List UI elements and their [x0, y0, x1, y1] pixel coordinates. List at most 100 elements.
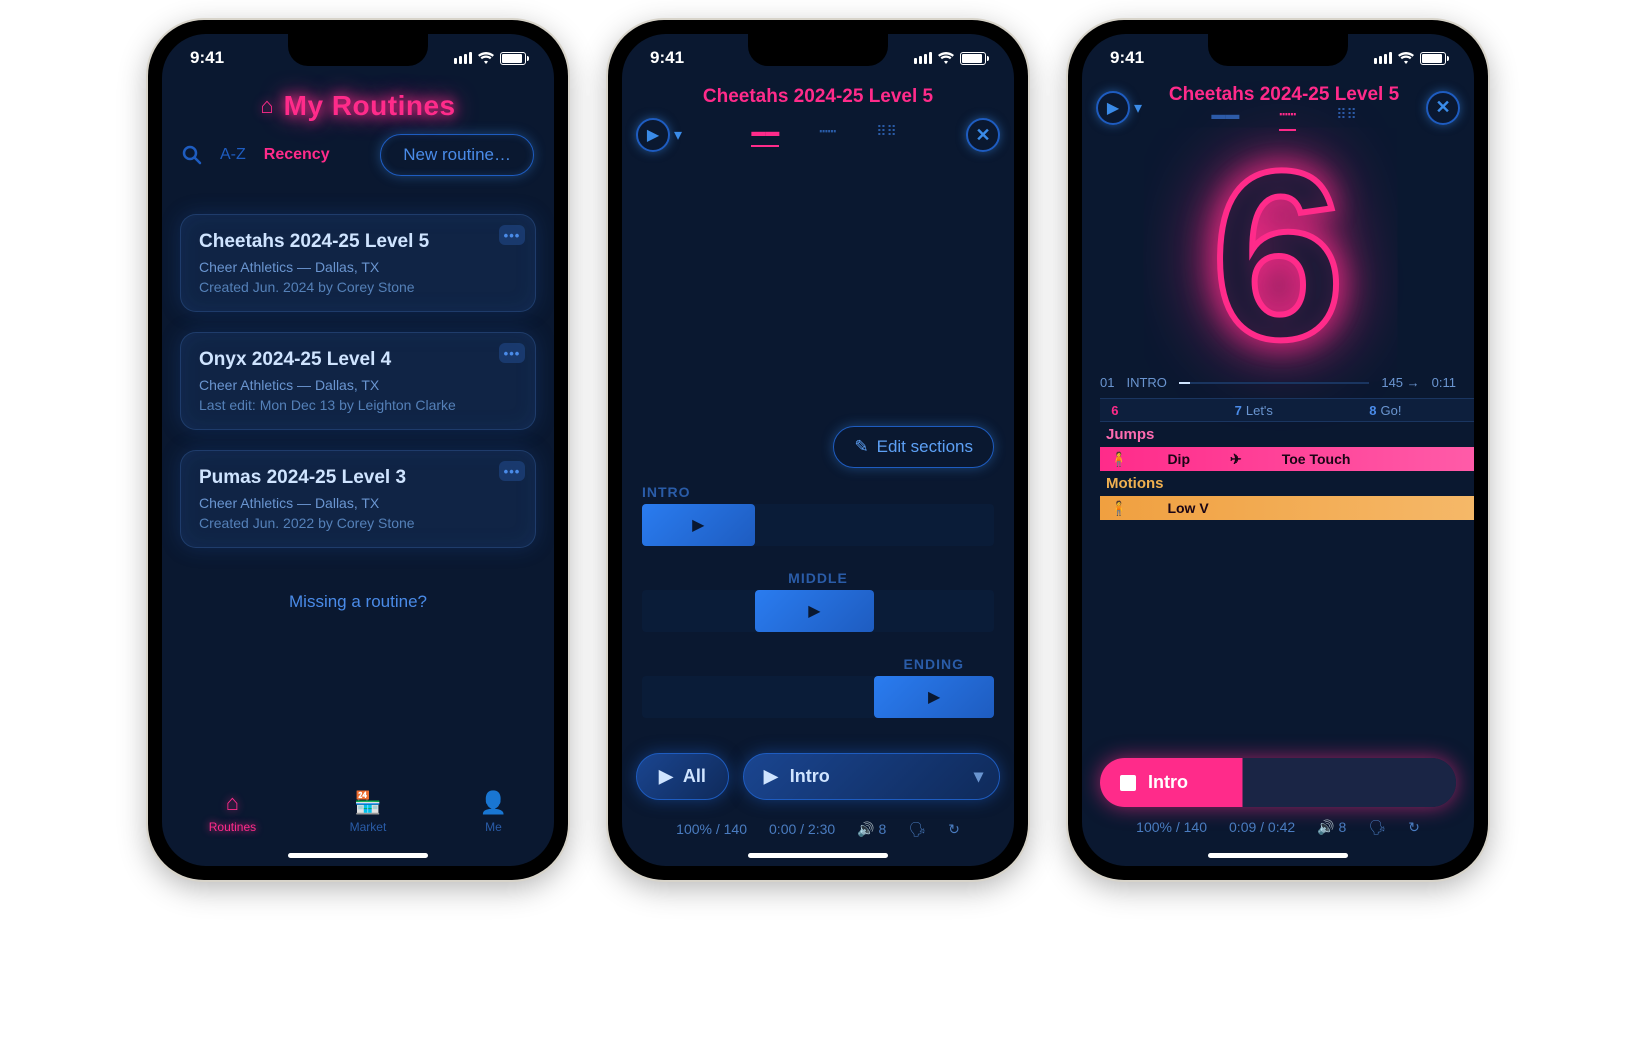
tools-row: A-Z Recency New routine…	[162, 134, 554, 190]
voice-icon[interactable]: 🗣	[1368, 819, 1386, 836]
page-title-row: ⌂ My Routines	[162, 82, 554, 134]
wifi-icon	[1398, 52, 1414, 64]
battery-icon	[500, 52, 526, 65]
section-play[interactable]: ▶	[755, 590, 875, 632]
notch	[748, 34, 888, 66]
chevron-down-icon: ▾	[1134, 98, 1142, 118]
routine-card[interactable]: ••• Pumas 2024-25 Level 3 Cheer Athletic…	[180, 450, 536, 548]
play-dropdown[interactable]: ▶ ▾	[1096, 91, 1142, 125]
routine-list: ••• Cheetahs 2024-25 Level 5 Cheer Athle…	[162, 190, 554, 636]
routine-card[interactable]: ••• Onyx 2024-25 Level 4 Cheer Athletics…	[180, 332, 536, 430]
volume-control[interactable]: 🔊 8	[1317, 819, 1346, 836]
bpm-display: 145 →	[1381, 375, 1419, 390]
volume-control[interactable]: 🔊 8	[857, 821, 886, 838]
editor-title: Cheetahs 2024-25 Level 5	[1169, 84, 1399, 106]
view-tab-grid[interactable]: ⠿⠿	[876, 123, 897, 147]
tab-bar: ⌂Routines 🏪Market 👤Me	[162, 780, 554, 844]
more-button[interactable]: •••	[499, 225, 525, 245]
voice-icon[interactable]: 🗣	[908, 821, 926, 838]
home-icon: ⌂	[226, 790, 239, 816]
close-button[interactable]: ✕	[966, 118, 1000, 152]
section-row: ENDING ▶	[642, 656, 994, 718]
section-play[interactable]: ▶	[874, 676, 994, 718]
skill-name: Dip	[1167, 451, 1190, 467]
progress-bar[interactable]	[1179, 382, 1369, 384]
routine-title: Cheetahs 2024-25 Level 5	[199, 231, 517, 253]
home-indicator	[288, 853, 428, 858]
count-ruler[interactable]: 6 7Let's 8Go!	[1100, 398, 1474, 422]
section-bar[interactable]: ▶	[642, 590, 994, 632]
chevron-down-icon: ▾	[674, 125, 682, 145]
phone-frame-3: 9:41 ▶ ▾ Cheetahs 2024-25 Level 5 ▬▬ ┅┅ …	[1068, 20, 1488, 880]
missing-routine-link[interactable]: Missing a routine?	[180, 568, 536, 636]
screen-1: 9:41 ⌂ My Routines A-Z Recency New routi…	[162, 34, 554, 866]
loop-icon[interactable]: ↻	[948, 821, 960, 838]
close-button[interactable]: ✕	[1426, 91, 1460, 125]
stats-row: 100% / 140 0:00 / 2:30 🔊 8 🗣 ↻	[622, 821, 1014, 838]
signal-icon	[454, 52, 472, 64]
play-icon: ▶	[764, 766, 778, 787]
editor-header: ▶ ▾ ▬▬ ┅┅ ⠿⠿ ✕	[622, 112, 1014, 156]
wifi-icon	[478, 52, 494, 64]
timeline-track[interactable]: 🧍 Dip ✈ Toe Touch	[1100, 447, 1474, 471]
sort-az[interactable]: A-Z	[220, 146, 246, 164]
time-display[interactable]: 0:09 / 0:42	[1229, 819, 1295, 836]
group-header: Motions	[1100, 473, 1474, 494]
routine-gym: Cheer Athletics — Dallas, TX	[199, 377, 517, 393]
view-tab-sections[interactable]: ▬▬	[751, 123, 779, 147]
section-label: MIDDLE	[642, 570, 994, 586]
sort-recency[interactable]: Recency	[264, 146, 330, 164]
timeline-group-motions: Motions 🧍Low V	[1100, 473, 1474, 520]
view-tab-counts[interactable]: ┅┅	[819, 123, 836, 147]
more-button[interactable]: •••	[499, 343, 525, 363]
skill-icon: ✈	[1230, 451, 1242, 468]
skill-icon: 🧍	[1110, 451, 1127, 468]
skill-name: Toe Touch	[1282, 451, 1351, 467]
view-tabs: ▬▬ ┅┅ ⠿⠿	[751, 123, 896, 147]
new-routine-button[interactable]: New routine…	[380, 134, 534, 176]
signal-icon	[914, 52, 932, 64]
section-play[interactable]: ▶	[642, 504, 755, 546]
home-indicator	[748, 853, 888, 858]
routine-title: Onyx 2024-25 Level 4	[199, 349, 517, 371]
tab-me[interactable]: 👤Me	[480, 790, 507, 834]
home-icon: ⌂	[260, 93, 273, 119]
speed-bpm[interactable]: 100% / 140	[1136, 819, 1207, 836]
play-section-button[interactable]: ▶ Intro ▾	[743, 753, 1000, 800]
search-icon[interactable]	[182, 145, 202, 165]
section-number: 01	[1100, 375, 1114, 390]
page-title: My Routines	[284, 90, 456, 122]
battery-icon	[960, 52, 986, 65]
loop-icon[interactable]: ↻	[1408, 819, 1420, 836]
play-icon: ▶	[1096, 91, 1130, 125]
section-row: INTRO ▶	[642, 484, 994, 546]
speed-bpm[interactable]: 100% / 140	[676, 821, 747, 838]
control-row: ▶ All ▶ Intro ▾	[636, 753, 1000, 800]
elapsed-time: 0:11	[1432, 375, 1456, 390]
tab-market[interactable]: 🏪Market	[350, 790, 387, 834]
routine-meta: Created Jun. 2024 by Corey Stone	[199, 279, 517, 295]
more-button[interactable]: •••	[499, 461, 525, 481]
section-bar[interactable]: ▶	[642, 504, 994, 546]
routine-gym: Cheer Athletics — Dallas, TX	[199, 259, 517, 275]
editor-title: Cheetahs 2024-25 Level 5	[622, 82, 1014, 112]
edit-sections-button[interactable]: ✎ Edit sections	[833, 426, 994, 468]
routine-card[interactable]: ••• Cheetahs 2024-25 Level 5 Cheer Athle…	[180, 214, 536, 312]
tab-routines[interactable]: ⌂Routines	[209, 790, 256, 834]
sections-list: INTRO ▶ MIDDLE ▶ ENDING ▶	[622, 468, 1014, 718]
skill-icon: 🧍	[1110, 500, 1127, 517]
play-dropdown[interactable]: ▶ ▾	[636, 118, 682, 152]
timeline-track[interactable]: 🧍Low V	[1100, 496, 1474, 520]
status-time: 9:41	[650, 48, 684, 68]
status-time: 9:41	[1110, 48, 1144, 68]
phone-frame-2: 9:41 Cheetahs 2024-25 Level 5 ▶ ▾ ▬▬ ┅┅ …	[608, 20, 1028, 880]
timeline-group-jumps: Jumps 🧍Dip ✈Toe Touch	[1100, 424, 1474, 471]
now-playing-pill[interactable]: Intro	[1100, 758, 1456, 807]
section-row: MIDDLE ▶	[642, 570, 994, 632]
play-all-button[interactable]: ▶ All	[636, 753, 729, 800]
time-display[interactable]: 0:00 / 2:30	[769, 821, 835, 838]
section-bar[interactable]: ▶	[642, 676, 994, 718]
battery-icon	[1420, 52, 1446, 65]
routine-meta: Last edit: Mon Dec 13 by Leighton Clarke	[199, 397, 517, 413]
status-time: 9:41	[190, 48, 224, 68]
